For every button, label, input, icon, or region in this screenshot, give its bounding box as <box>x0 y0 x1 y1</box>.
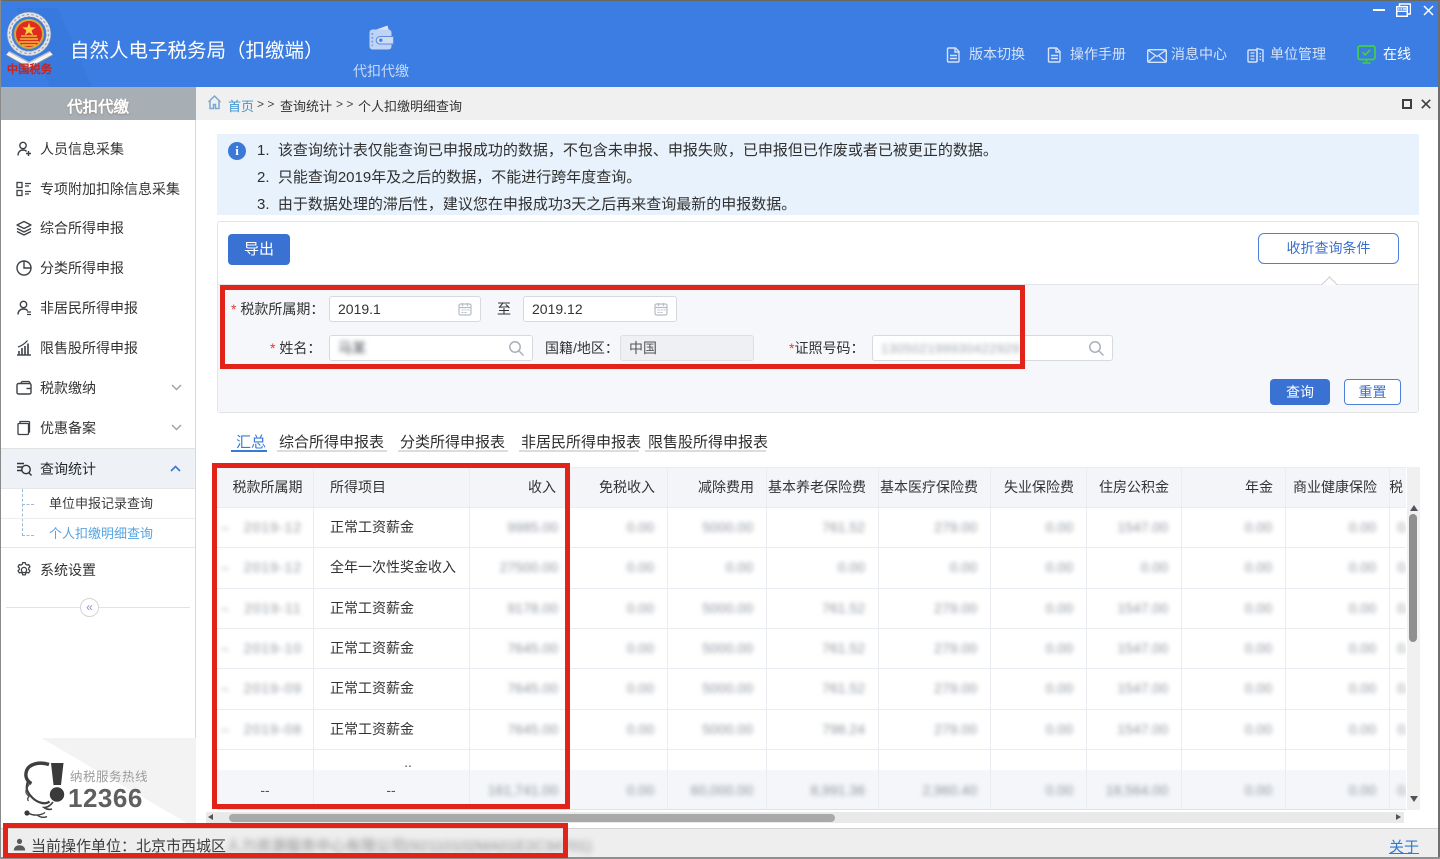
svg-text:中国税务: 中国税务 <box>7 61 53 77</box>
